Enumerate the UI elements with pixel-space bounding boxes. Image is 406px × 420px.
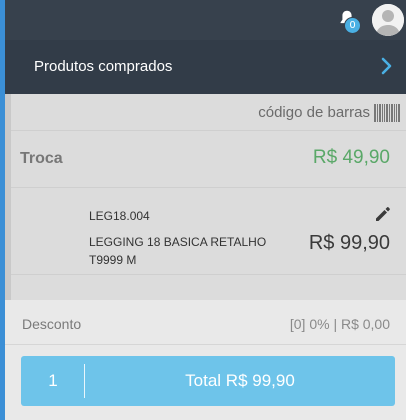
barcode-input-row[interactable]: código de barras [11,94,406,131]
left-accent-strip [0,0,5,420]
purchased-items-list: código de barras Troca R$ 49,90 LEG18.00… [5,94,406,300]
desconto-value: [0] 0% | R$ 0,00 [289,316,390,332]
item-price: R$ 99,90 [308,232,390,254]
top-bar: 0 [5,0,406,40]
quantity-count: 1 [48,371,58,390]
chevron-right-icon [381,57,392,75]
user-avatar-icon [372,4,404,36]
item-code: LEG18.004 [89,209,150,223]
section-title: Produtos comprados [34,58,173,75]
cart-footer: Desconto [0] 0% | R$ 0,00 1 Total R$ 99,… [5,300,406,420]
total-button[interactable]: 1 Total R$ 99,90 [21,356,395,406]
section-header-produtos[interactable]: Produtos comprados [5,40,406,94]
desconto-row[interactable]: Desconto [0] 0% | R$ 0,00 [5,300,406,345]
item-description: LEGGING 18 BASICA RETALHO T9999 M [89,235,267,267]
troca-value: R$ 49,90 [312,147,390,168]
notifications-badge: 0 [344,17,361,34]
user-avatar[interactable] [372,4,404,36]
pencil-icon[interactable] [374,205,392,223]
troca-label: Troca [20,150,63,167]
barcode-icon [374,104,400,122]
barcode-label: código de barras [258,104,370,121]
list-item[interactable]: LEG18.004 LEGGING 18 BASICA RETALHO T999… [11,188,406,275]
total-label: Total R$ 99,90 [185,371,295,390]
troca-row: Troca R$ 49,90 [11,131,406,188]
app-frame: 0 Produtos comprados código de barras Tr… [0,0,406,420]
desconto-label: Desconto [22,316,82,332]
